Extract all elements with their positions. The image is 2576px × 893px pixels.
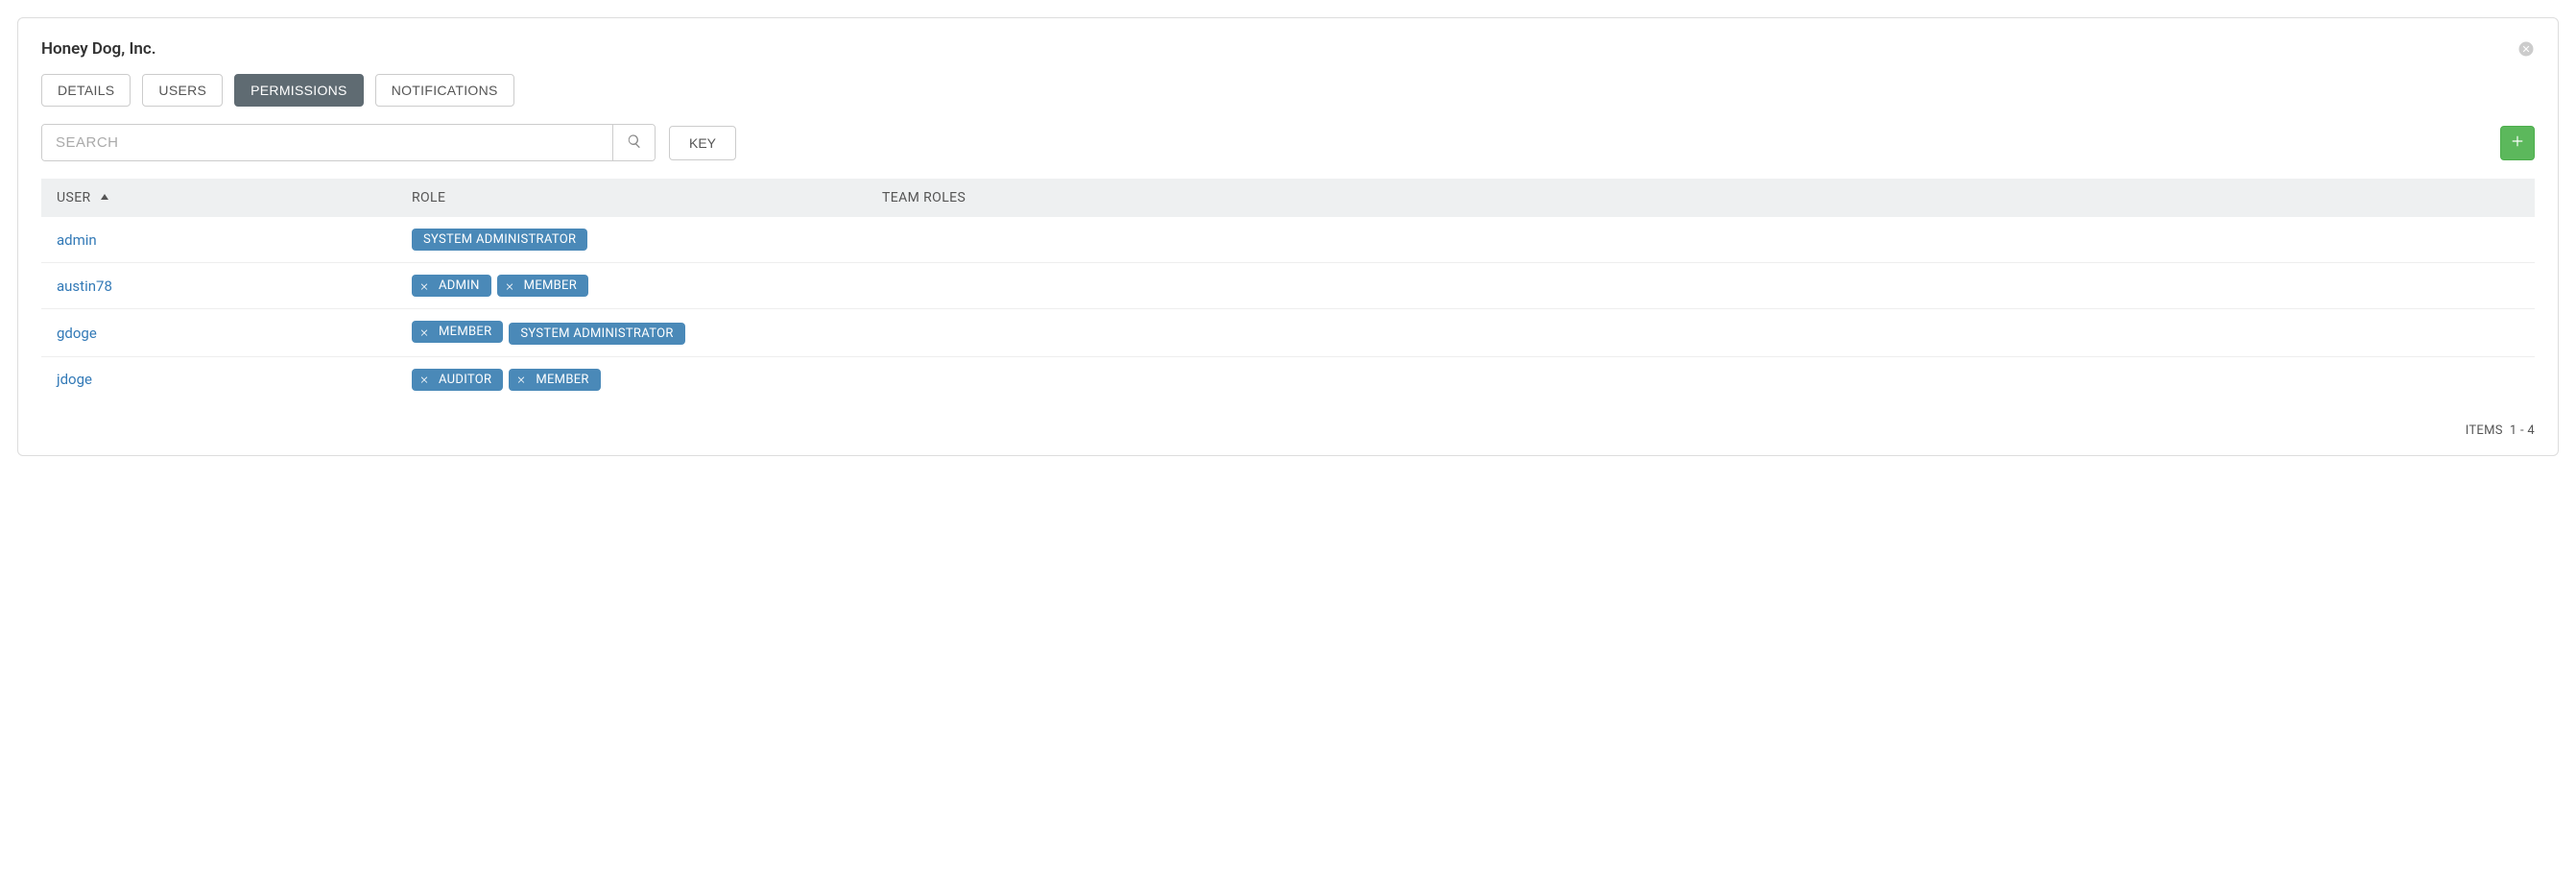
table-row: jdoge AUDITOR MEMBER [41,356,2535,402]
user-link[interactable]: gdoge [57,325,97,342]
user-link[interactable]: admin [57,231,97,249]
column-header-role[interactable]: ROLE [396,179,867,217]
search-icon [627,133,642,152]
tab-permissions[interactable]: PERMISSIONS [234,74,364,107]
role-label: SYSTEM ADMINISTRATOR [520,326,673,341]
role-badge: MEMBER [412,321,503,343]
column-header-role-label: ROLE [412,190,445,205]
panel-title: Honey Dog, Inc. [41,39,156,59]
add-button[interactable] [2500,126,2535,160]
plus-icon [2511,134,2524,151]
role-badge: AUDITOR [412,369,503,391]
items-range: 1 - 4 [2510,423,2535,438]
role-badge: ADMIN [412,275,491,297]
items-label: ITEMS [2466,423,2503,438]
remove-role-icon[interactable] [419,374,429,384]
remove-role-icon[interactable] [419,327,429,337]
column-header-team-roles-label: TEAM ROLES [882,190,966,205]
tab-details[interactable]: DETAILS [41,74,131,107]
team-roles-cell [867,309,2535,357]
search-button[interactable] [612,125,655,160]
remove-role-icon[interactable] [505,281,514,291]
table-row: admin SYSTEM ADMINISTRATOR [41,217,2535,263]
role-badge: MEMBER [509,369,600,391]
tab-bar: DETAILS USERS PERMISSIONS NOTIFICATIONS [41,74,2535,107]
role-label: SYSTEM ADMINISTRATOR [423,232,576,247]
tab-notifications[interactable]: NOTIFICATIONS [375,74,514,107]
table-row: austin78 ADMIN MEMBER [41,263,2535,309]
tab-users[interactable]: USERS [142,74,223,107]
toolbar: KEY [41,124,2535,161]
remove-role-icon[interactable] [516,374,526,384]
team-roles-cell [867,217,2535,263]
role-label: ADMIN [439,278,480,293]
permissions-table: USER ROLE TEAM ROLES admin SYSTEM ADMINIS… [41,179,2535,402]
role-label: AUDITOR [439,373,491,387]
user-link[interactable]: austin78 [57,278,112,295]
table-row: gdoge MEMBER SYSTEM ADMINISTRATOR [41,309,2535,357]
role-badge: MEMBER [497,275,588,297]
key-button[interactable]: KEY [669,126,736,160]
user-link[interactable]: jdoge [57,371,92,388]
panel-header: Honey Dog, Inc. [41,39,2535,59]
role-badge: SYSTEM ADMINISTRATOR [412,229,587,251]
role-badge: SYSTEM ADMINISTRATOR [509,323,684,345]
role-label: MEMBER [536,373,588,387]
team-roles-cell [867,263,2535,309]
role-label: MEMBER [524,278,577,293]
column-header-user-label: USER [57,190,91,205]
permissions-panel: Honey Dog, Inc. DETAILS USERS PERMISSIONS N… [17,17,2559,456]
search-group [41,124,656,161]
remove-role-icon[interactable] [419,281,429,291]
column-header-user[interactable]: USER [41,179,396,217]
column-header-team-roles[interactable]: TEAM ROLES [867,179,2535,217]
role-label: MEMBER [439,325,491,339]
search-input[interactable] [42,125,612,160]
team-roles-cell [867,356,2535,402]
close-icon[interactable] [2517,40,2535,58]
table-footer: ITEMS 1 - 4 [41,402,2535,438]
sort-asc-icon [100,190,109,205]
